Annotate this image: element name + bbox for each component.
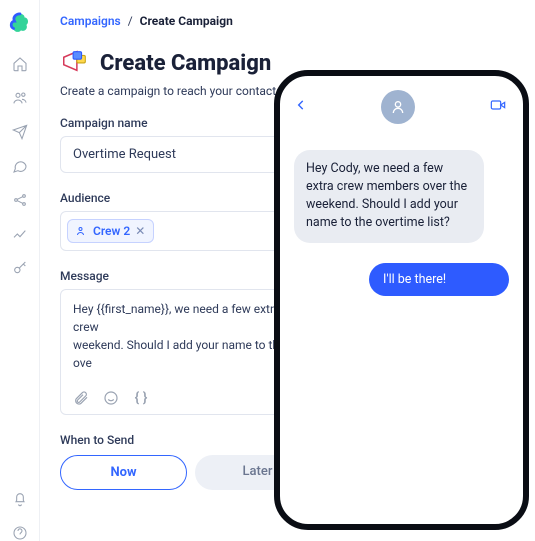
share-icon[interactable] — [12, 192, 28, 208]
sidebar — [0, 0, 40, 541]
incoming-message: Hey Cody, we need a few extra crew membe… — [294, 150, 484, 243]
back-icon[interactable] — [294, 96, 308, 119]
attachment-icon[interactable] — [73, 390, 89, 406]
bell-icon[interactable] — [12, 491, 28, 507]
video-icon[interactable] — [487, 97, 509, 117]
home-icon[interactable] — [12, 56, 28, 72]
breadcrumb-sep: / — [128, 14, 133, 28]
analytics-icon[interactable] — [12, 226, 28, 242]
breadcrumb-root[interactable]: Campaigns — [60, 14, 121, 28]
audience-chip[interactable]: Crew 2 ✕ — [67, 219, 154, 243]
key-icon[interactable] — [12, 260, 28, 276]
chip-label: Crew 2 — [93, 224, 130, 238]
megaphone-icon — [60, 46, 90, 80]
chip-remove-icon[interactable]: ✕ — [135, 224, 145, 238]
emoji-icon[interactable] — [103, 390, 119, 406]
users-icon[interactable] — [12, 90, 28, 106]
send-icon[interactable] — [12, 124, 28, 140]
logo-icon — [9, 12, 31, 38]
phone-mock: Hey Cody, we need a few extra crew membe… — [274, 70, 529, 530]
breadcrumb: Campaigns / Create Campaign — [60, 14, 515, 28]
breadcrumb-current: Create Campaign — [140, 14, 233, 28]
help-icon[interactable] — [12, 525, 28, 541]
crew-icon — [76, 225, 88, 237]
send-now-button[interactable]: Now — [60, 455, 187, 490]
chat-icon[interactable] — [12, 158, 28, 174]
avatar-icon[interactable] — [381, 90, 415, 124]
outgoing-message: I'll be there! — [369, 263, 509, 296]
page-title: Create Campaign — [100, 51, 271, 76]
variable-icon[interactable]: { } — [133, 390, 149, 406]
